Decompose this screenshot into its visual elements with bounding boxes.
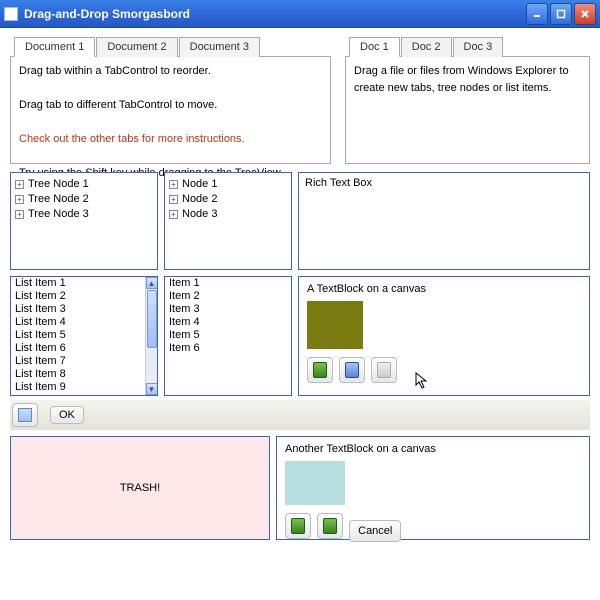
- list-item[interactable]: List Item 2: [11, 290, 145, 303]
- cancel-button[interactable]: Cancel: [349, 520, 401, 542]
- green-icon: [323, 518, 337, 534]
- green-icon: [291, 518, 305, 534]
- expand-icon[interactable]: +: [15, 195, 24, 204]
- scroll-up-button[interactable]: ▲: [146, 277, 158, 289]
- list-item[interactable]: Item 6: [165, 342, 291, 355]
- titlebar: Drag-and-Drop Smorgasbord: [0, 0, 600, 28]
- tab-control-left: Document 1 Document 2 Document 3 Drag ta…: [10, 36, 331, 164]
- canvas-text: Another TextBlock on a canvas: [285, 443, 581, 455]
- treeview-right[interactable]: + Node 1 + Node 2 + Node 3: [164, 172, 292, 270]
- list-item[interactable]: List Item 3: [11, 303, 145, 316]
- scroll-down-button[interactable]: ▼: [146, 383, 158, 395]
- ok-button[interactable]: OK: [50, 406, 84, 424]
- list-item[interactable]: List Item 1: [11, 277, 145, 290]
- canvas-rectangle[interactable]: [307, 301, 363, 349]
- tab-content-left: Drag tab within a TabControl to reorder.…: [10, 56, 331, 164]
- tree-node-label: Tree Node 1: [28, 177, 89, 192]
- scrollbar[interactable]: ▲ ▼: [145, 277, 157, 395]
- green-icon: [313, 362, 327, 378]
- tree-node-label: Tree Node 3: [28, 207, 89, 222]
- treeview-left[interactable]: + Tree Node 1 + Tree Node 2 + Tree Node 3: [10, 172, 158, 270]
- maximize-button[interactable]: [550, 3, 572, 25]
- expand-icon[interactable]: +: [169, 210, 178, 219]
- calendar-icon: [18, 408, 32, 422]
- ok-label: OK: [59, 409, 75, 421]
- scroll-thumb[interactable]: [147, 290, 157, 348]
- listbox-right[interactable]: Item 1 Item 2 Item 3 Item 4 Item 5 Item …: [164, 276, 292, 396]
- tab-document-3[interactable]: Document 3: [179, 37, 260, 57]
- tree-node-label: Node 1: [182, 177, 217, 192]
- list-item[interactable]: Item 3: [165, 303, 291, 316]
- list-item[interactable]: List Item 7: [11, 355, 145, 368]
- rich-text-label: Rich Text Box: [305, 177, 372, 189]
- blue-icon: [345, 362, 359, 378]
- tool-button-blue[interactable]: [339, 357, 365, 383]
- tree-node[interactable]: + Tree Node 3: [15, 207, 153, 222]
- tab-doc-1[interactable]: Doc 1: [349, 37, 400, 57]
- tree-node-label: Tree Node 2: [28, 192, 89, 207]
- cancel-label: Cancel: [358, 525, 392, 537]
- listbox-left[interactable]: List Item 1 List Item 2 List Item 3 List…: [10, 276, 158, 396]
- expand-icon[interactable]: +: [15, 210, 24, 219]
- list-item[interactable]: List Item 5: [11, 329, 145, 342]
- list-item[interactable]: Item 2: [165, 290, 291, 303]
- tool-button-green[interactable]: [307, 357, 333, 383]
- tree-node-label: Node 3: [182, 207, 217, 222]
- tab-content-right: Drag a file or files from Windows Explor…: [345, 56, 590, 164]
- list-item[interactable]: List Item 9: [11, 381, 145, 394]
- tool-button-green[interactable]: [285, 513, 311, 539]
- rich-text-box[interactable]: Rich Text Box: [298, 172, 590, 270]
- list-item[interactable]: Item 4: [165, 316, 291, 329]
- minimize-button[interactable]: [526, 3, 548, 25]
- tab-document-2[interactable]: Document 2: [96, 37, 177, 57]
- tree-node[interactable]: + Tree Node 2: [15, 192, 153, 207]
- tree-node[interactable]: + Node 3: [169, 207, 287, 222]
- trash-panel[interactable]: TRASH!: [10, 436, 270, 540]
- tree-node-label: Node 2: [182, 192, 217, 207]
- expand-icon[interactable]: +: [169, 195, 178, 204]
- tab-control-right: Doc 1 Doc 2 Doc 3 Drag a file or files f…: [345, 36, 590, 164]
- list-item[interactable]: List Item 6: [11, 342, 145, 355]
- tab-doc-3[interactable]: Doc 3: [453, 37, 504, 57]
- toolbar: OK: [10, 400, 590, 430]
- canvas-rectangle[interactable]: [285, 461, 345, 505]
- instruction-line: Drag tab to different TabControl to move…: [19, 97, 322, 114]
- expand-icon[interactable]: +: [169, 180, 178, 189]
- tree-node[interactable]: + Tree Node 1: [15, 177, 153, 192]
- list-item[interactable]: Item 5: [165, 329, 291, 342]
- tool-button-green[interactable]: [317, 513, 343, 539]
- tab-doc-2[interactable]: Doc 2: [401, 37, 452, 57]
- grey-icon: [377, 362, 391, 378]
- list-item[interactable]: List Item 4: [11, 316, 145, 329]
- tool-button-grey[interactable]: [371, 357, 397, 383]
- list-item[interactable]: Item 1: [165, 277, 291, 290]
- instruction-line: Drag a file or files from Windows Explor…: [354, 63, 581, 97]
- close-button[interactable]: [574, 3, 596, 25]
- expand-icon[interactable]: +: [15, 180, 24, 189]
- canvas-b[interactable]: Another TextBlock on a canvas Cancel: [276, 436, 590, 540]
- tree-node[interactable]: + Node 2: [169, 192, 287, 207]
- trash-label: TRASH!: [120, 482, 160, 494]
- canvas-a[interactable]: A TextBlock on a canvas: [298, 276, 590, 396]
- canvas-text: A TextBlock on a canvas: [307, 283, 581, 295]
- app-icon: [4, 7, 18, 21]
- instruction-line: Drag tab within a TabControl to reorder.: [19, 63, 322, 80]
- tree-node[interactable]: + Node 1: [169, 177, 287, 192]
- calendar-button[interactable]: [12, 403, 38, 427]
- cursor-icon: [415, 372, 431, 390]
- instruction-highlight: Check out the other tabs for more instru…: [19, 131, 322, 148]
- window-title: Drag-and-Drop Smorgasbord: [24, 7, 526, 21]
- list-item[interactable]: List Item 8: [11, 368, 145, 381]
- tab-document-1[interactable]: Document 1: [14, 37, 95, 57]
